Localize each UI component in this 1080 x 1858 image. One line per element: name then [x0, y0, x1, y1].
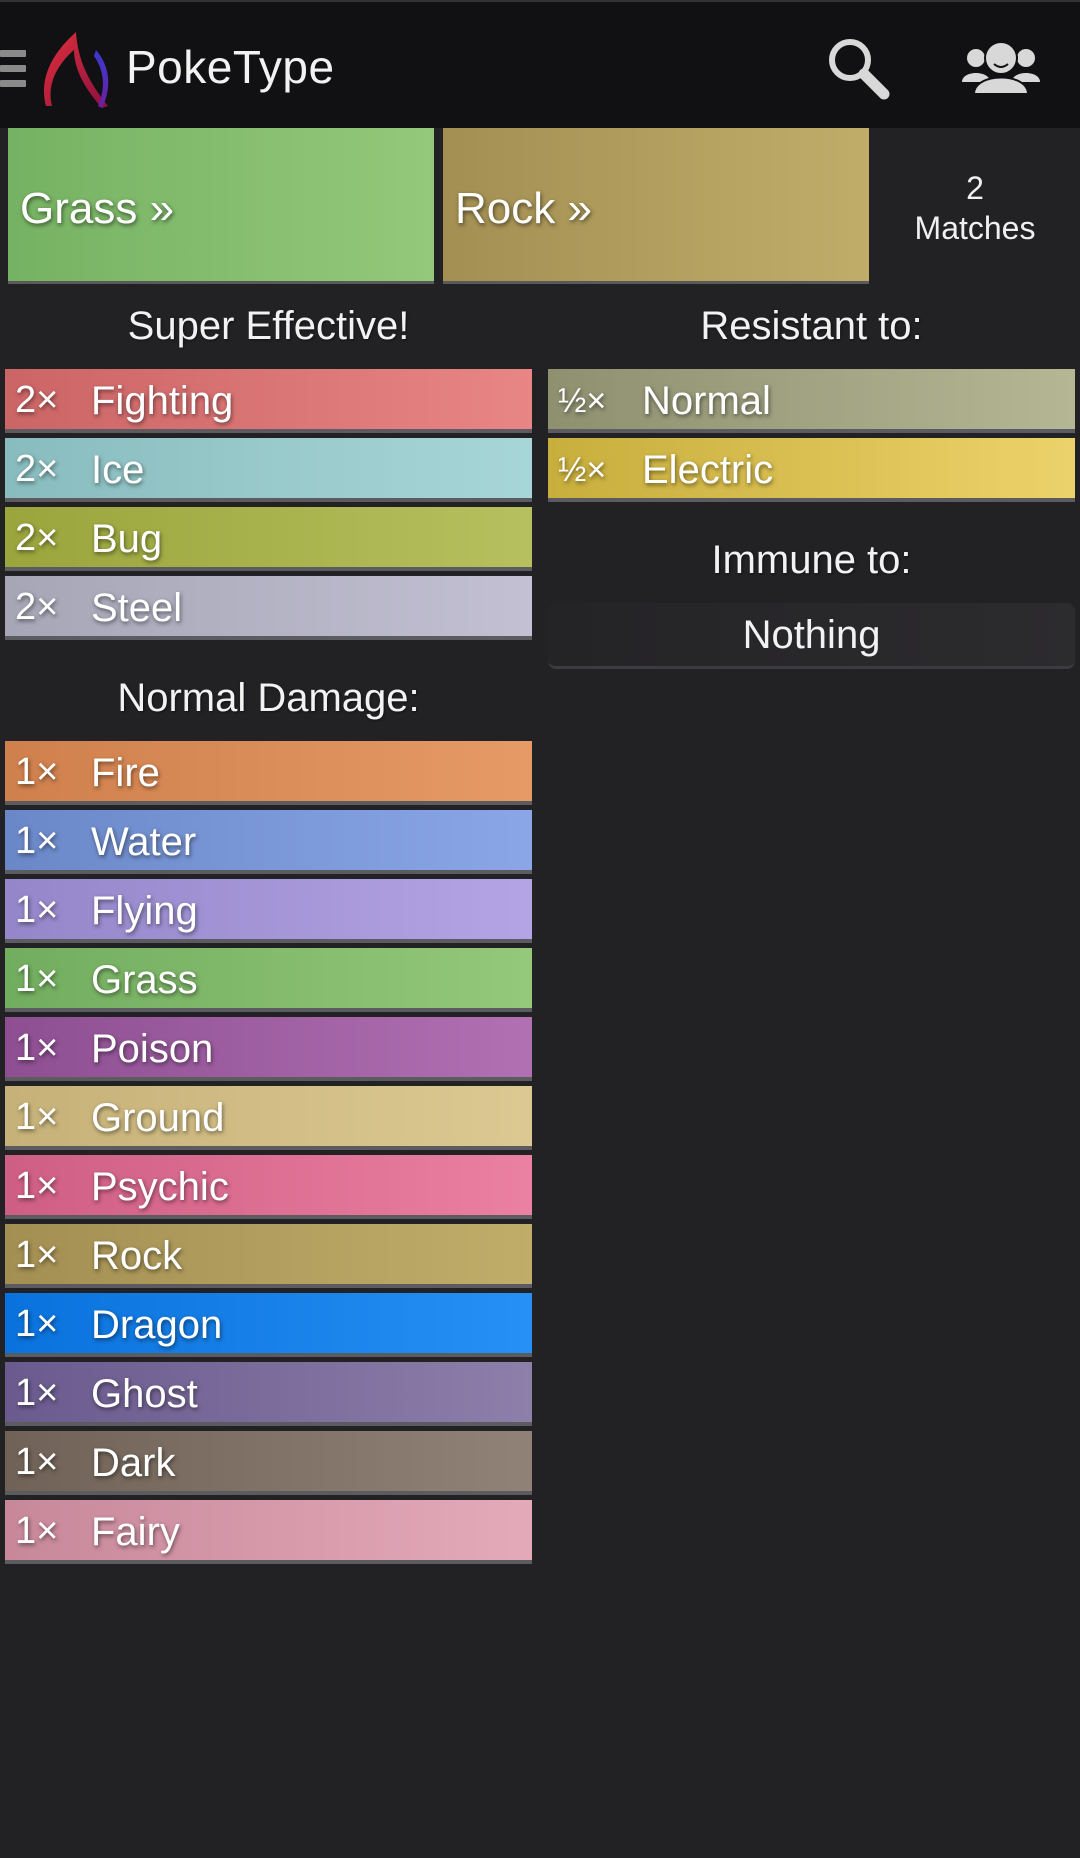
- selected-type-rock[interactable]: Rock »: [443, 128, 869, 284]
- multiplier-label: 2×: [15, 586, 59, 628]
- multiplier-label: ½×: [558, 451, 607, 489]
- multiplier-label: 1×: [15, 1096, 59, 1138]
- multiplier-label: 2×: [15, 379, 59, 421]
- type-bar-rock[interactable]: 1× Rock: [5, 1224, 532, 1288]
- multiplier-label: 2×: [15, 448, 59, 490]
- search-icon[interactable]: [820, 32, 892, 104]
- type-name-label: Psychic: [91, 1165, 229, 1209]
- poketype-logo[interactable]: [36, 30, 116, 112]
- type-name-label: Ghost: [91, 1372, 198, 1416]
- type-bar-electric[interactable]: ½× Electric: [548, 438, 1075, 502]
- type-name-label: Fairy: [91, 1510, 180, 1554]
- type-name-label: Rock: [91, 1234, 183, 1278]
- type-bar-fairy[interactable]: 1× Fairy: [5, 1500, 532, 1564]
- type-name-label: Flying: [91, 889, 198, 933]
- people-group-icon[interactable]: [960, 38, 1042, 98]
- type-name-label: Fighting: [91, 379, 234, 423]
- type-name-label: Bug: [91, 517, 163, 561]
- type-bar-water[interactable]: 1× Water: [5, 810, 532, 874]
- type-bar-flying[interactable]: 1× Flying: [5, 879, 532, 943]
- multiplier-label: 1×: [15, 1303, 59, 1345]
- type-name-label: Grass: [91, 958, 198, 1002]
- multiplier-label: 1×: [15, 751, 59, 793]
- type-name-label: Ground: [91, 1096, 225, 1140]
- type-name-label: Ice: [91, 448, 145, 492]
- hamburger-menu-icon[interactable]: [0, 50, 26, 90]
- matches-count[interactable]: 2 Matches: [870, 168, 1080, 248]
- app-title: PokeType: [126, 41, 335, 93]
- multiplier-label: 1×: [15, 820, 59, 862]
- multiplier-label: 1×: [15, 1510, 59, 1552]
- resistant-title: Resistant to:: [700, 304, 923, 348]
- type-name-label: Water: [91, 820, 197, 864]
- type-name-label: Dragon: [91, 1303, 223, 1347]
- type-bar-dragon[interactable]: 1× Dragon: [5, 1293, 532, 1357]
- multiplier-label: 1×: [15, 889, 59, 931]
- multiplier-label: 1×: [15, 1372, 59, 1414]
- type-bar-fighting[interactable]: 2× Fighting: [5, 369, 532, 433]
- type-bar-normal[interactable]: ½× Normal: [548, 369, 1075, 433]
- type-bar-psychic[interactable]: 1× Psychic: [5, 1155, 532, 1219]
- selected-type-label: Grass »: [20, 184, 175, 233]
- type-bar-grass[interactable]: 1× Grass: [5, 948, 532, 1012]
- multiplier-label: 1×: [15, 1441, 59, 1483]
- type-bar-dark[interactable]: 1× Dark: [5, 1431, 532, 1495]
- type-bar-steel[interactable]: 2× Steel: [5, 576, 532, 640]
- type-bar-bug[interactable]: 2× Bug: [5, 507, 532, 571]
- matches-number: 2: [966, 170, 984, 206]
- type-name-label: Electric: [642, 448, 774, 492]
- multiplier-label: ½×: [558, 382, 607, 420]
- type-bar-ice[interactable]: 2× Ice: [5, 438, 532, 502]
- super-effective-title: Super Effective!: [127, 304, 410, 348]
- type-name-label: Steel: [91, 586, 183, 630]
- multiplier-label: 1×: [15, 1027, 59, 1069]
- immune-value: Nothing: [548, 603, 1075, 669]
- app-bar: PokeType: [0, 0, 1080, 128]
- matches-label: Matches: [914, 210, 1036, 246]
- selected-type-label: Rock »: [455, 184, 592, 233]
- type-bar-fire[interactable]: 1× Fire: [5, 741, 532, 805]
- type-bar-ground[interactable]: 1× Ground: [5, 1086, 532, 1150]
- selected-type-grass[interactable]: Grass »: [8, 128, 434, 284]
- type-name-label: Fire: [91, 751, 160, 795]
- multiplier-label: 1×: [15, 1234, 59, 1276]
- multiplier-label: 2×: [15, 517, 59, 559]
- type-bar-poison[interactable]: 1× Poison: [5, 1017, 532, 1081]
- type-bar-ghost[interactable]: 1× Ghost: [5, 1362, 532, 1426]
- type-name-label: Dark: [91, 1441, 176, 1485]
- multiplier-label: 1×: [15, 1165, 59, 1207]
- type-name-label: Poison: [91, 1027, 214, 1071]
- normal-damage-title: Normal Damage:: [117, 676, 420, 720]
- immune-title: Immune to:: [711, 538, 912, 582]
- multiplier-label: 1×: [15, 958, 59, 1000]
- type-name-label: Normal: [642, 379, 771, 423]
